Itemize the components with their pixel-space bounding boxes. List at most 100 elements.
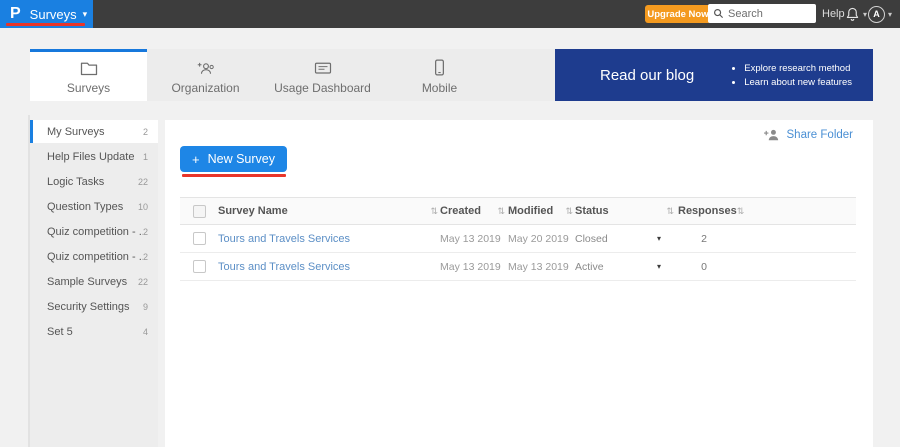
sort-icon[interactable]: ⇅ [666,207,674,216]
new-survey-button[interactable]: + New Survey [180,146,287,172]
sidebar-item-count: 2 [143,252,148,262]
blog-banner-title[interactable]: Read our blog [600,67,694,84]
sort-icon[interactable]: ⇅ [737,207,745,216]
chevron-down-icon[interactable]: ▾ [657,262,661,271]
logo-p-icon: P [10,5,21,23]
status-dropdown[interactable]: Active ▾ [573,261,674,273]
sidebar-item-count: 10 [138,202,148,212]
share-folder-link[interactable]: Share Folder [764,128,853,141]
modified-date: May 20 2019 [508,233,569,245]
account-menu[interactable]: A ▾ [868,0,892,28]
surveys-panel: Share Folder + New Survey Survey Name ⇅ … [165,120,873,447]
search-box[interactable] [708,4,816,23]
tab-mobile[interactable]: Mobile [381,49,498,101]
sidebar-item-label: Set 5 [47,326,143,338]
row-checkbox[interactable] [193,260,206,273]
upgrade-now-button[interactable]: Upgrade Now [645,5,711,23]
created-date: May 13 2019 [440,233,501,245]
column-header-responses[interactable]: Responses [678,205,737,217]
sidebar-item-quiz-competition-2[interactable]: Quiz competition - ... 2 [30,245,158,268]
status-value: Closed [575,233,608,245]
sidebar-item-help-files-update[interactable]: Help Files Update 1 [30,145,158,168]
plus-icon: + [192,152,200,167]
sidebar-item-count: 1 [143,152,148,162]
add-person-icon [764,128,780,141]
sidebar-item-count: 4 [143,327,148,337]
sidebar-item-label: Quiz competition - ... [47,251,143,263]
sort-icon[interactable]: ⇅ [497,207,505,216]
search-input[interactable] [728,8,808,20]
survey-name-link[interactable]: Tours and Travels Services [218,233,350,245]
column-header-status[interactable]: Status [575,205,609,217]
search-icon [713,8,724,19]
product-switcher[interactable]: Surveys [30,7,77,22]
add-group-icon [196,59,216,76]
sort-icon[interactable]: ⇅ [565,207,573,216]
sidebar-item-label: Question Types [47,201,138,213]
blog-banner[interactable]: Read our blog Explore research method Le… [555,49,873,101]
surveys-table: Survey Name ⇅ Created ⇅ Modified ⇅ Statu… [180,197,856,281]
sidebar-item-sample-surveys[interactable]: Sample Surveys 22 [30,270,158,293]
share-folder-label: Share Folder [787,129,853,141]
chevron-down-icon[interactable]: ▾ [657,234,661,243]
tab-organization[interactable]: Organization [147,49,264,101]
help-link[interactable]: Help [822,0,845,28]
tab-surveys[interactable]: Surveys [30,49,147,101]
folders-sidebar: My Surveys 2 Help Files Update 1 Logic T… [30,120,158,447]
tab-label: Surveys [67,81,110,95]
status-value: Active [575,261,604,273]
sort-icon[interactable]: ⇅ [430,207,438,216]
column-header-modified[interactable]: Modified [508,205,553,217]
app: P Surveys ▾ Upgrade Now Help ▾ A ▾ [0,0,900,447]
dashboard-icon [314,59,332,76]
blog-banner-bullets: Explore research method Learn about new … [732,60,852,91]
sidebar-item-count: 9 [143,302,148,312]
annotation-underline-new-survey [182,174,286,177]
select-all-checkbox[interactable] [193,205,206,218]
tab-label: Mobile [422,81,457,95]
sidebar-item-logic-tasks[interactable]: Logic Tasks 22 [30,170,158,193]
sidebar-item-label: Logic Tasks [47,176,138,188]
table-row: Tours and Travels Services May 13 2019 M… [180,253,856,281]
sidebar-item-count: 22 [138,177,148,187]
sidebar-item-label: Security Settings [47,301,143,313]
chevron-down-icon[interactable]: ▾ [83,9,88,20]
sidebar-item-count: 2 [143,127,148,137]
sidebar-item-label: Help Files Update [47,151,143,163]
sidebar-item-my-surveys[interactable]: My Surveys 2 [30,120,158,143]
chevron-down-icon: ▾ [863,10,867,19]
bell-icon [845,6,860,22]
status-dropdown[interactable]: Closed ▾ [573,233,674,245]
sidebar-item-security-settings[interactable]: Security Settings 9 [30,295,158,318]
avatar[interactable]: A [868,6,885,23]
blog-bullet: Explore research method [744,63,852,74]
tab-label: Usage Dashboard [274,81,371,95]
sidebar-item-count: 22 [138,277,148,287]
tab-usage-dashboard[interactable]: Usage Dashboard [264,49,381,101]
column-header-survey-name[interactable]: Survey Name [218,205,288,217]
sidebar-item-label: My Surveys [47,126,143,138]
sidebar-item-count: 2 [143,227,148,237]
created-date: May 13 2019 [440,261,501,273]
column-header-created[interactable]: Created [440,205,481,217]
notifications-button[interactable]: ▾ [845,0,867,28]
responses-count: 2 [678,233,730,245]
sidebar-item-set-5[interactable]: Set 5 4 [30,320,158,343]
sidebar-item-quiz-competition-1[interactable]: Quiz competition - ... 2 [30,220,158,243]
main-tabs: Surveys Organization Usage [30,49,555,101]
new-survey-label: New Survey [208,152,275,166]
survey-name-link[interactable]: Tours and Travels Services [218,261,350,273]
table-row: Tours and Travels Services May 13 2019 M… [180,225,856,253]
table-header-row: Survey Name ⇅ Created ⇅ Modified ⇅ Statu… [180,197,856,225]
modified-date: May 13 2019 [508,261,569,273]
responses-count: 0 [678,261,730,273]
sidebar-item-question-types[interactable]: Question Types 10 [30,195,158,218]
mobile-icon [434,59,445,76]
annotation-underline-logo [6,23,85,26]
chevron-down-icon: ▾ [888,10,892,19]
sidebar-item-label: Quiz competition - ... [47,226,143,238]
row-checkbox[interactable] [193,232,206,245]
folder-icon [80,59,98,76]
sidebar-item-label: Sample Surveys [47,276,138,288]
topbar: P Surveys ▾ Upgrade Now Help ▾ A ▾ [0,0,900,28]
